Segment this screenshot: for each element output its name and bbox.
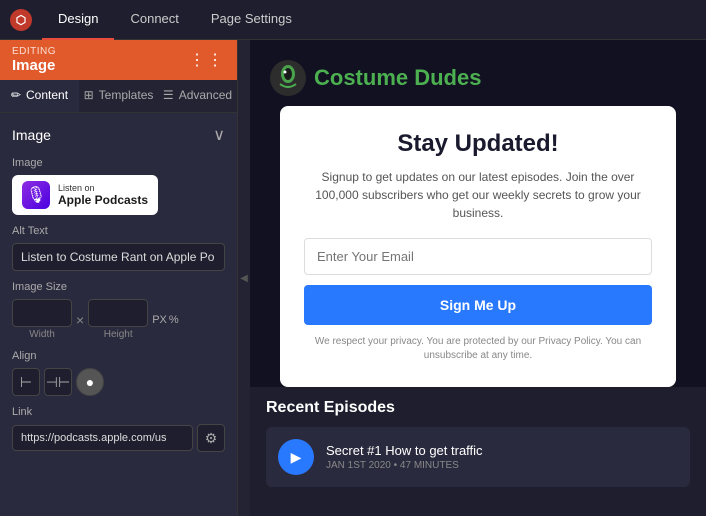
brand-logo-icon	[270, 60, 306, 96]
pencil-icon: ✏	[11, 88, 21, 102]
height-input[interactable]	[88, 299, 148, 327]
panel-content: Image ∨ Image 🎙 Listen on Apple Podcasts…	[0, 113, 237, 516]
image-field-label: Image	[12, 157, 225, 169]
image-section-header: Image ∨	[12, 125, 225, 145]
play-button[interactable]: ▶	[278, 439, 314, 475]
signup-button[interactable]: Sign Me Up	[304, 285, 652, 325]
brand-name-text: Costume Dudes	[314, 65, 481, 91]
tab-content[interactable]: ✏ Content	[0, 80, 79, 112]
tab-templates[interactable]: ⊞ Templates	[79, 80, 158, 112]
right-panel: Costume Dudes Stay Updated! Signup to ge…	[250, 40, 706, 516]
brand-header: Costume Dudes	[270, 60, 481, 96]
dots-menu-icon[interactable]: ⋮⋮	[189, 50, 225, 70]
episode-card: ▶ Secret #1 How to get traffic JAN 1ST 2…	[266, 427, 690, 487]
tab-advanced-label: Advanced	[179, 88, 232, 102]
editing-label: EDITING	[12, 46, 56, 57]
recent-episodes-section: Recent Episodes ▶ Secret #1 How to get t…	[250, 387, 706, 499]
podcast-name-text: Apple Podcasts	[58, 193, 148, 207]
editing-header: EDITING Image ⋮⋮	[0, 40, 237, 80]
height-field: Height	[88, 299, 148, 340]
link-settings-icon[interactable]: ⚙	[197, 424, 225, 452]
podcast-listen-text: Listen on	[58, 183, 148, 193]
nav-tab-design[interactable]: Design	[42, 0, 114, 40]
align-right-btn[interactable]: ●	[76, 368, 104, 396]
nav-tab-page-settings[interactable]: Page Settings	[195, 0, 308, 40]
width-input[interactable]	[12, 299, 72, 327]
panel-divider[interactable]: ◀	[238, 40, 250, 516]
collapse-arrow-icon[interactable]: ∨	[213, 125, 225, 145]
nav-tab-connect[interactable]: Connect	[114, 0, 194, 40]
email-input-preview[interactable]	[304, 238, 652, 275]
page-preview: Costume Dudes Stay Updated! Signup to ge…	[250, 40, 706, 516]
templates-icon: ⊞	[84, 88, 94, 102]
alt-text-input[interactable]	[12, 243, 225, 271]
apple-podcasts-badge[interactable]: 🎙 Listen on Apple Podcasts	[12, 175, 158, 215]
align-label: Align	[12, 350, 225, 362]
width-field: Width	[12, 299, 72, 340]
size-unit: PX %	[152, 314, 178, 326]
advanced-icon: ☰	[163, 88, 174, 102]
sub-tabs: ✏ Content ⊞ Templates ☰ Advanced	[0, 80, 237, 113]
recent-episodes-title: Recent Episodes	[266, 399, 690, 417]
size-row: Width × Height PX %	[12, 299, 225, 340]
unit-percent[interactable]: %	[169, 314, 179, 326]
align-center-btn[interactable]: ⊣⊢	[44, 368, 72, 396]
section-title: Image	[12, 127, 51, 143]
link-label: Link	[12, 406, 225, 418]
podcast-text-block: Listen on Apple Podcasts	[58, 183, 148, 207]
episode-info: Secret #1 How to get traffic JAN 1ST 202…	[326, 443, 483, 471]
left-panel: EDITING Image ⋮⋮ ✏ Content ⊞ Templates ☰…	[0, 40, 238, 516]
tab-content-label: Content	[26, 88, 68, 102]
main-layout: EDITING Image ⋮⋮ ✏ Content ⊞ Templates ☰…	[0, 40, 706, 516]
privacy-text: We respect your privacy. You are protect…	[304, 335, 652, 363]
episode-meta: JAN 1ST 2020 • 47 MINUTES	[326, 460, 483, 471]
link-row: ⚙	[12, 424, 225, 452]
logo-icon: ⬡	[10, 9, 32, 31]
signup-desc: Signup to get updates on our latest epis…	[304, 168, 652, 222]
unit-px[interactable]: PX	[152, 314, 167, 326]
link-input[interactable]	[12, 425, 193, 451]
height-label: Height	[88, 329, 148, 340]
nav-tabs: Design Connect Page Settings	[42, 0, 308, 40]
editing-title: Image	[12, 57, 56, 74]
signup-title: Stay Updated!	[304, 130, 652, 158]
hero-area: Costume Dudes Stay Updated! Signup to ge…	[250, 40, 706, 387]
editing-info: EDITING Image	[12, 46, 56, 74]
align-row: ⊢ ⊣⊢ ●	[12, 368, 225, 396]
image-size-label: Image Size	[12, 281, 225, 293]
alt-text-label: Alt Text	[12, 225, 225, 237]
top-nav: ⬡ Design Connect Page Settings	[0, 0, 706, 40]
tab-advanced[interactable]: ☰ Advanced	[158, 80, 237, 112]
align-left-btn[interactable]: ⊢	[12, 368, 40, 396]
episode-title: Secret #1 How to get traffic	[326, 443, 483, 458]
podcast-icon: 🎙	[22, 181, 50, 209]
tab-templates-label: Templates	[99, 88, 154, 102]
size-separator: ×	[76, 312, 84, 328]
width-label: Width	[12, 329, 72, 340]
signup-card: Stay Updated! Signup to get updates on o…	[280, 106, 676, 387]
